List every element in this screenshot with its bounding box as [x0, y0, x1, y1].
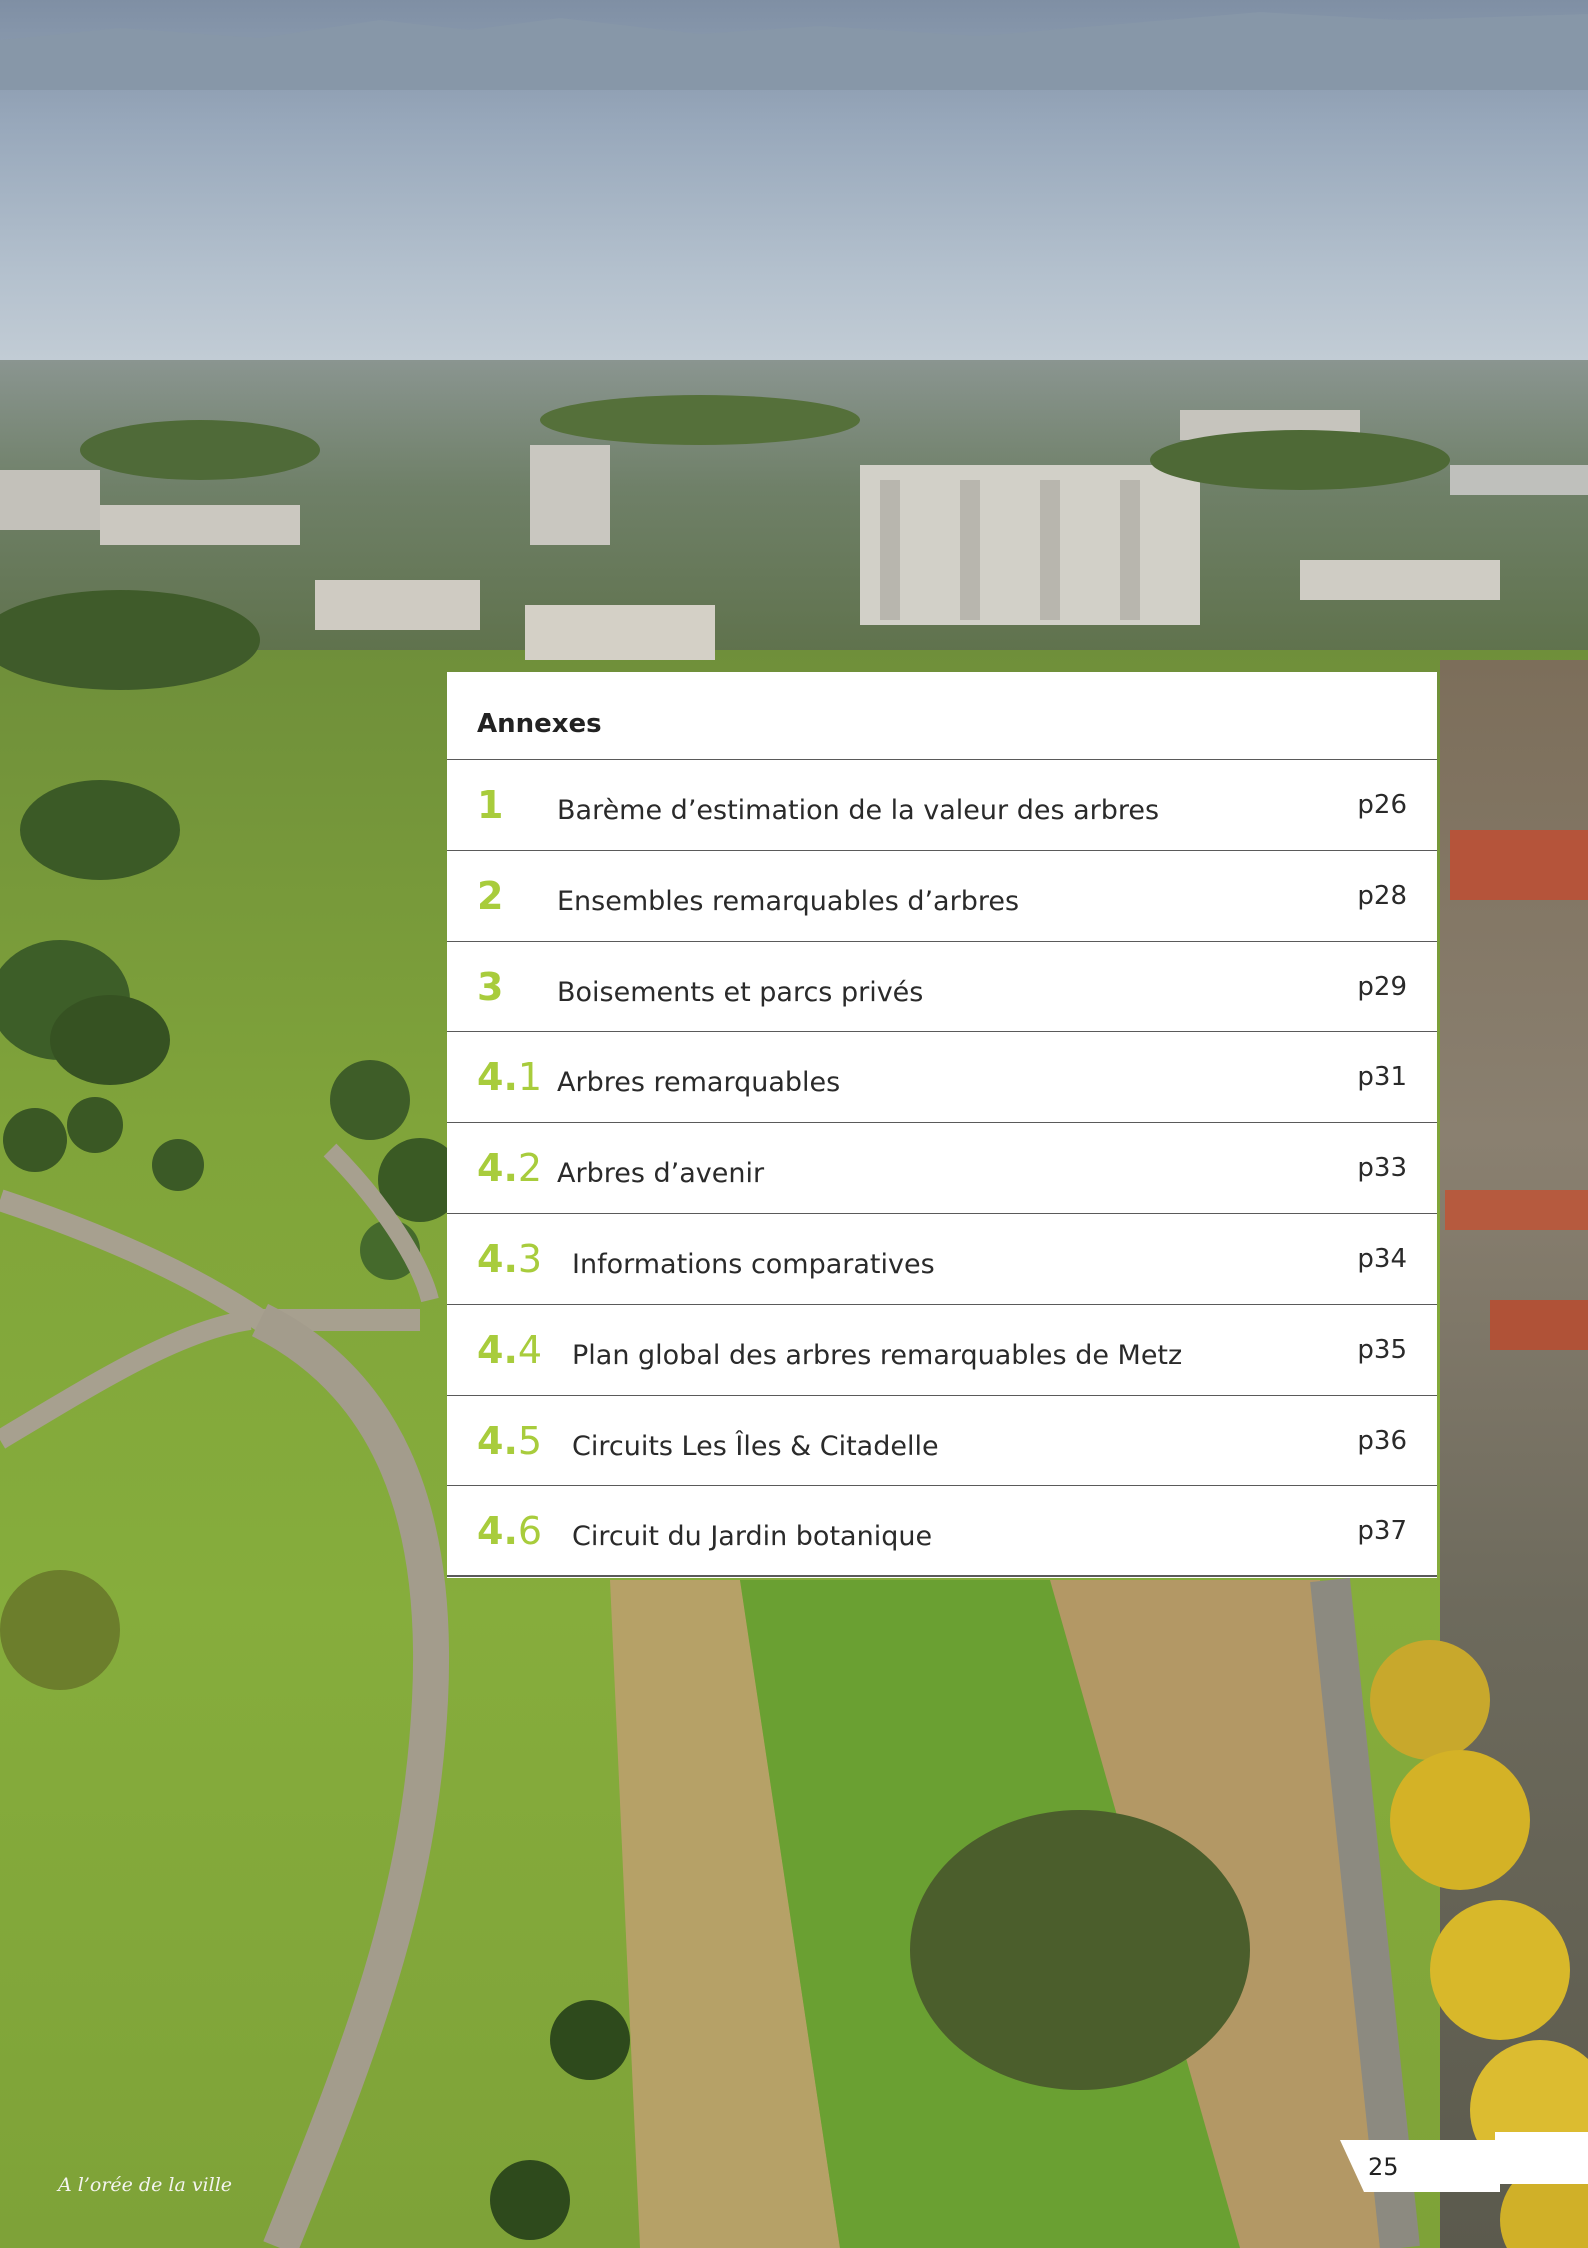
publication-title: A l’orée de la ville [58, 2174, 233, 2196]
toc-entry-number: 3 [477, 964, 504, 1009]
table-of-contents: Annexes 1 Barème d’estimation de la vale… [447, 672, 1437, 1578]
toc-entry-page: p36 [1357, 1425, 1407, 1456]
toc-entry-page: p31 [1357, 1062, 1407, 1093]
toc-entry-number: 4.6 [477, 1509, 543, 1554]
toc-entry[interactable]: 2 Ensembles remarquables d’arbres p28 [447, 851, 1437, 942]
toc-entry-label: Barème d’estimation de la valeur des arb… [557, 795, 1160, 826]
toc-entry-page: p37 [1357, 1516, 1407, 1547]
toc-entry-label: Arbres remarquables [557, 1067, 841, 1099]
toc-entry-label: Plan global des arbres remarquables de M… [572, 1339, 1183, 1371]
toc-entry-number: 4.4 [477, 1327, 543, 1372]
page-number-tab [1340, 2140, 1500, 2192]
toc-header: Annexes [447, 672, 1437, 760]
toc-title: Annexes [477, 708, 602, 739]
toc-entry-number: 4.1 [477, 1055, 543, 1100]
toc-entry-page: p29 [1357, 971, 1407, 1002]
toc-entry-label: Ensembles remarquables d’arbres [557, 885, 1020, 917]
toc-entry[interactable]: 3 Boisements et parcs privés p29 [447, 942, 1437, 1033]
toc-entry-number: 4.3 [477, 1236, 543, 1281]
toc-entry-page: p34 [1357, 1243, 1407, 1274]
toc-entry[interactable]: 4.3 Informations comparatives p34 [447, 1214, 1437, 1305]
toc-entry-label: Circuits Les Îles & Citadelle [572, 1430, 939, 1462]
toc-entry[interactable]: 4.4 Plan global des arbres remarquables … [447, 1305, 1437, 1396]
toc-entry-page: p26 [1357, 790, 1407, 820]
page-edge-tab [1495, 2132, 1588, 2184]
toc-entry-number: 4.5 [477, 1418, 543, 1463]
toc-entry-page: p35 [1357, 1334, 1407, 1365]
toc-entry[interactable]: 4.2 Arbres d’avenir p33 [447, 1123, 1437, 1214]
toc-entry[interactable]: 4.6 Circuit du Jardin botanique p37 [447, 1486, 1437, 1578]
toc-entry-page: p28 [1357, 880, 1407, 911]
toc-entry-label: Circuit du Jardin botanique [572, 1521, 933, 1553]
toc-entry[interactable]: 4.1 Arbres remarquables p31 [447, 1032, 1437, 1124]
page-number: 25 [1368, 2153, 1399, 2181]
toc-entry[interactable]: 1 Barème d’estimation de la valeur des a… [447, 760, 1437, 851]
toc-entry-number: 4.2 [477, 1146, 543, 1191]
toc-entry-label: Boisements et parcs privés [557, 976, 924, 1008]
toc-entry-number: 2 [477, 873, 504, 918]
toc-entry-number: 1 [477, 783, 504, 827]
toc-entry-page: p33 [1357, 1153, 1407, 1184]
toc-entry[interactable]: 4.5 Circuits Les Îles & Citadelle p36 [447, 1396, 1437, 1487]
toc-entry-label: Arbres d’avenir [557, 1158, 765, 1190]
toc-entry-label: Informations comparatives [572, 1248, 935, 1280]
